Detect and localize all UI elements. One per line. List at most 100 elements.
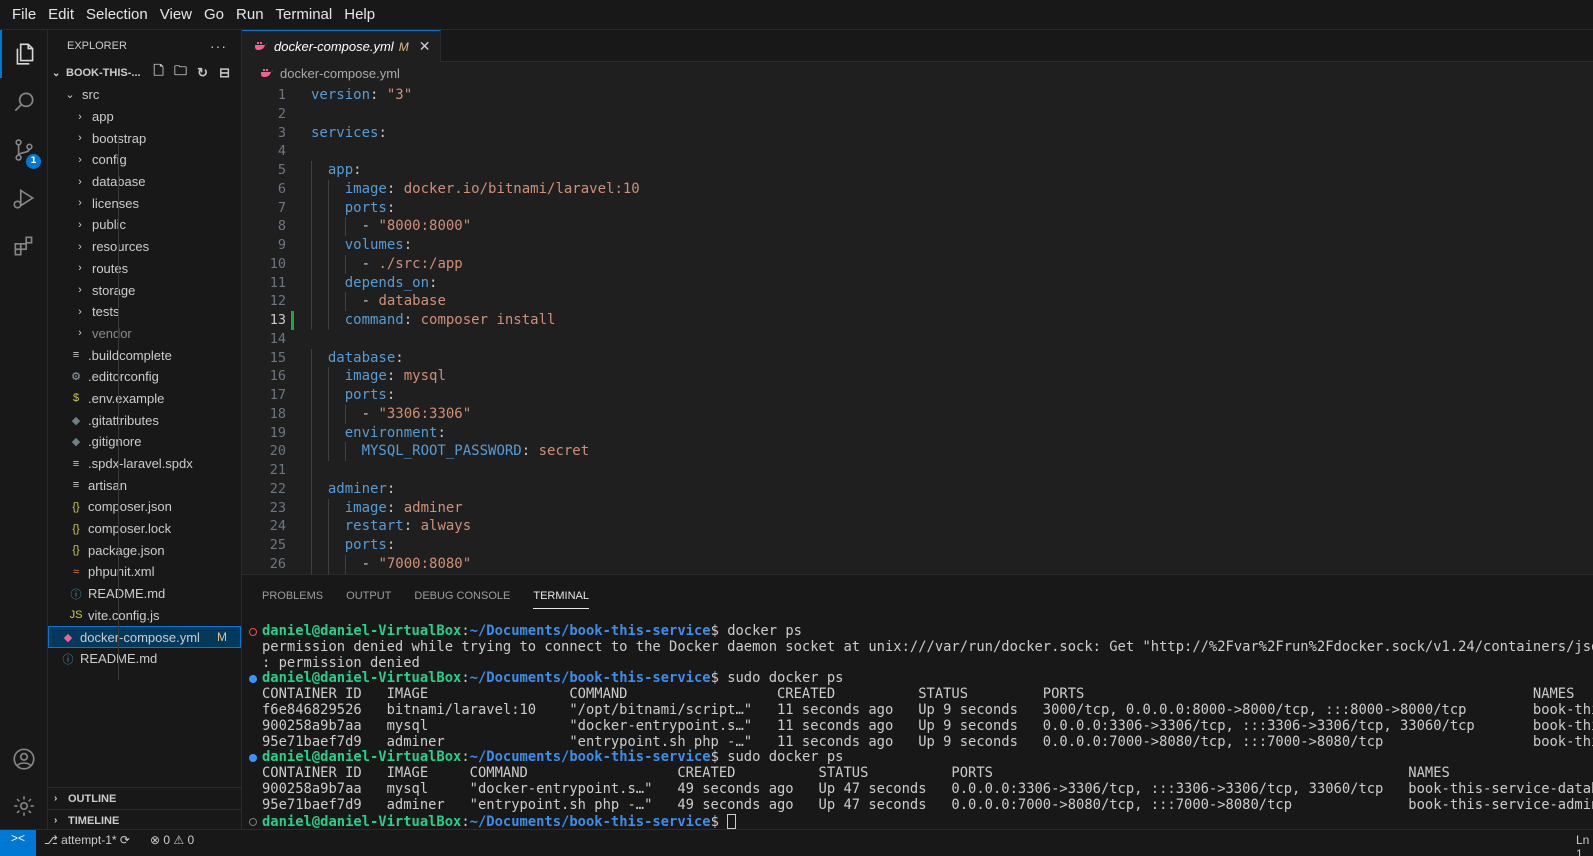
- chevron-right-icon: ›: [78, 110, 82, 123]
- terminal[interactable]: daniel@daniel-VirtualBox:~/Documents/boo…: [242, 624, 1593, 830]
- file-package-json[interactable]: {} package.json: [48, 539, 241, 561]
- file-icon: ⓘ: [70, 588, 82, 601]
- chevron-right-icon: ›: [78, 305, 82, 318]
- timeline-section[interactable]: › TIMELINE: [48, 809, 241, 831]
- search-activity-icon[interactable]: [0, 78, 48, 126]
- file-vite-config-js[interactable]: JS vite.config.js: [48, 605, 241, 627]
- menu-item-help[interactable]: Help: [338, 0, 381, 30]
- line-number: 22: [269, 480, 286, 497]
- folder-bootstrap[interactable]: › bootstrap: [48, 127, 241, 149]
- menu-item-run[interactable]: Run: [230, 0, 270, 30]
- indent-guide: [345, 292, 346, 311]
- indent-guide: [345, 554, 346, 574]
- terminal-command: docker ps: [727, 624, 802, 639]
- menu-item-view[interactable]: View: [154, 0, 198, 30]
- folder-public[interactable]: › public: [48, 214, 241, 236]
- git-branch[interactable]: ⎇ attempt-1* ⟳: [44, 833, 130, 847]
- line-number: 8: [277, 218, 286, 235]
- folder-vendor[interactable]: › vendor: [48, 323, 241, 345]
- tree-item-label: .spdx-laravel.spdx: [88, 456, 193, 472]
- file-composer-lock[interactable]: {} composer.lock: [48, 518, 241, 540]
- file-icon: ⚙: [71, 371, 81, 384]
- code-editor[interactable]: 1 version: "3" 2 3 services: 4 5 app: 6 image: …: [242, 84, 1593, 574]
- info-icon: ⓘ: [62, 653, 74, 666]
- extensions-activity-icon[interactable]: [0, 222, 48, 270]
- source-control-activity-icon[interactable]: 1: [0, 126, 48, 174]
- code-line: MYSQL_ROOT_PASSWORD: secret: [311, 442, 590, 461]
- folder-src[interactable]: ⌄ src: [48, 84, 241, 106]
- file-buildcomplete[interactable]: ≡ .buildcomplete: [48, 344, 241, 366]
- file-icon: {}: [72, 544, 80, 557]
- file-phpunit-xml[interactable]: ≈ phpunit.xml: [48, 561, 241, 583]
- folder-app[interactable]: › app: [48, 106, 241, 128]
- folder-licenses[interactable]: › licenses: [48, 192, 241, 214]
- file-icon: ≡: [72, 349, 80, 362]
- settings-gear-icon[interactable]: [0, 782, 48, 830]
- project-name: BOOK-THIS-...: [66, 67, 141, 79]
- tab-problems[interactable]: PROBLEMS: [262, 575, 323, 617]
- bottom-panel: PROBLEMS OUTPUT DEBUG CONSOLE TERMINAL dani…: [242, 574, 1593, 829]
- folder-tests[interactable]: › tests: [48, 301, 241, 323]
- explorer-activity-icon[interactable]: [0, 30, 48, 78]
- outline-section[interactable]: › OUTLINE: [48, 787, 241, 809]
- indent-guide: [328, 498, 329, 574]
- breadcrumb-file[interactable]: docker-compose.yml: [280, 66, 400, 81]
- yaml-value: ./src:/app: [378, 255, 463, 272]
- tab-output[interactable]: OUTPUT: [346, 575, 391, 617]
- file-editorconfig[interactable]: ⚙ .editorconfig: [48, 366, 241, 388]
- command-status-icon: [249, 628, 257, 636]
- yaml-key: services: [311, 124, 379, 141]
- yaml-key: image: [344, 180, 387, 197]
- terminal-prompt-line: daniel@daniel-VirtualBox:~/Documents/boo…: [262, 813, 737, 829]
- collapse-all-icon[interactable]: ⊟: [217, 65, 233, 81]
- code-line: services:: [311, 124, 387, 143]
- file-artisan[interactable]: ≡ artisan: [48, 474, 241, 496]
- tab-terminal[interactable]: TERMINAL: [533, 575, 589, 617]
- cursor-position[interactable]: Ln 1: [1576, 833, 1593, 856]
- tab-debug-console[interactable]: DEBUG CONSOLE: [414, 575, 510, 617]
- file-gitattributes[interactable]: ◆ .gitattributes: [48, 409, 241, 431]
- line-number: 1: [277, 87, 286, 103]
- menu-item-go[interactable]: Go: [198, 0, 230, 30]
- file-readme-md[interactable]: ⓘ README.md: [48, 583, 241, 605]
- tab-docker-compose[interactable]: docker-compose.yml M ✕: [242, 30, 442, 62]
- more-actions-icon[interactable]: ···: [210, 38, 227, 54]
- accounts-activity-icon[interactable]: [0, 735, 48, 783]
- file-env-example[interactable]: $ .env.example: [48, 388, 241, 410]
- remote-indicator[interactable]: ><: [0, 830, 36, 856]
- folder-resources[interactable]: › resources: [48, 236, 241, 258]
- refresh-icon[interactable]: ↻: [195, 65, 211, 81]
- folder-routes[interactable]: › routes: [48, 258, 241, 280]
- run-debug-activity-icon[interactable]: [0, 174, 48, 222]
- line-number: 23: [269, 499, 286, 516]
- file-spdx-laravel-spdx[interactable]: ≡ .spdx-laravel.spdx: [48, 453, 241, 475]
- terminal-cursor: [727, 813, 737, 829]
- file-readme-md-root[interactable]: ⓘ README.md: [48, 648, 241, 670]
- menu-item-edit[interactable]: Edit: [42, 0, 80, 30]
- explorer-title: EXPLORER: [67, 40, 127, 52]
- file-gitignore[interactable]: ◆ .gitignore: [48, 431, 241, 453]
- code-line: image: adminer: [311, 499, 463, 518]
- yaml-key: image: [344, 499, 387, 516]
- menu-item-terminal[interactable]: Terminal: [270, 0, 339, 30]
- menu-item-file[interactable]: File: [6, 0, 42, 30]
- yaml-key: environment: [344, 424, 438, 441]
- tab-label: docker-compose.yml: [274, 39, 394, 54]
- yaml-key: ports: [344, 199, 387, 216]
- modified-indicator: M: [217, 630, 227, 645]
- file-composer-json[interactable]: {} composer.json: [48, 496, 241, 518]
- new-folder-icon[interactable]: 🗀: [173, 63, 189, 81]
- code-line: app:: [311, 161, 362, 180]
- folder-storage[interactable]: › storage: [48, 279, 241, 301]
- project-root[interactable]: ⌄ BOOK-THIS-... 🗋 🗀 ↻ ⊟: [48, 62, 241, 84]
- folder-config[interactable]: › config: [48, 149, 241, 171]
- problems-count[interactable]: ⊗ 0 ⚠ 0: [150, 833, 194, 847]
- new-file-icon[interactable]: 🗋: [151, 63, 167, 81]
- folder-database[interactable]: › database: [48, 171, 241, 193]
- prompt-user: daniel@daniel-VirtualBox: [262, 624, 462, 639]
- file-docker-compose-yml[interactable]: ◆ docker-compose.yml M: [48, 626, 241, 648]
- terminal-output-line: 900258a9b7aa mysql "docker-entrypoint.s……: [262, 717, 1593, 734]
- menu-item-selection[interactable]: Selection: [80, 0, 154, 30]
- line-number: 7: [277, 199, 286, 216]
- close-icon[interactable]: ✕: [419, 39, 431, 55]
